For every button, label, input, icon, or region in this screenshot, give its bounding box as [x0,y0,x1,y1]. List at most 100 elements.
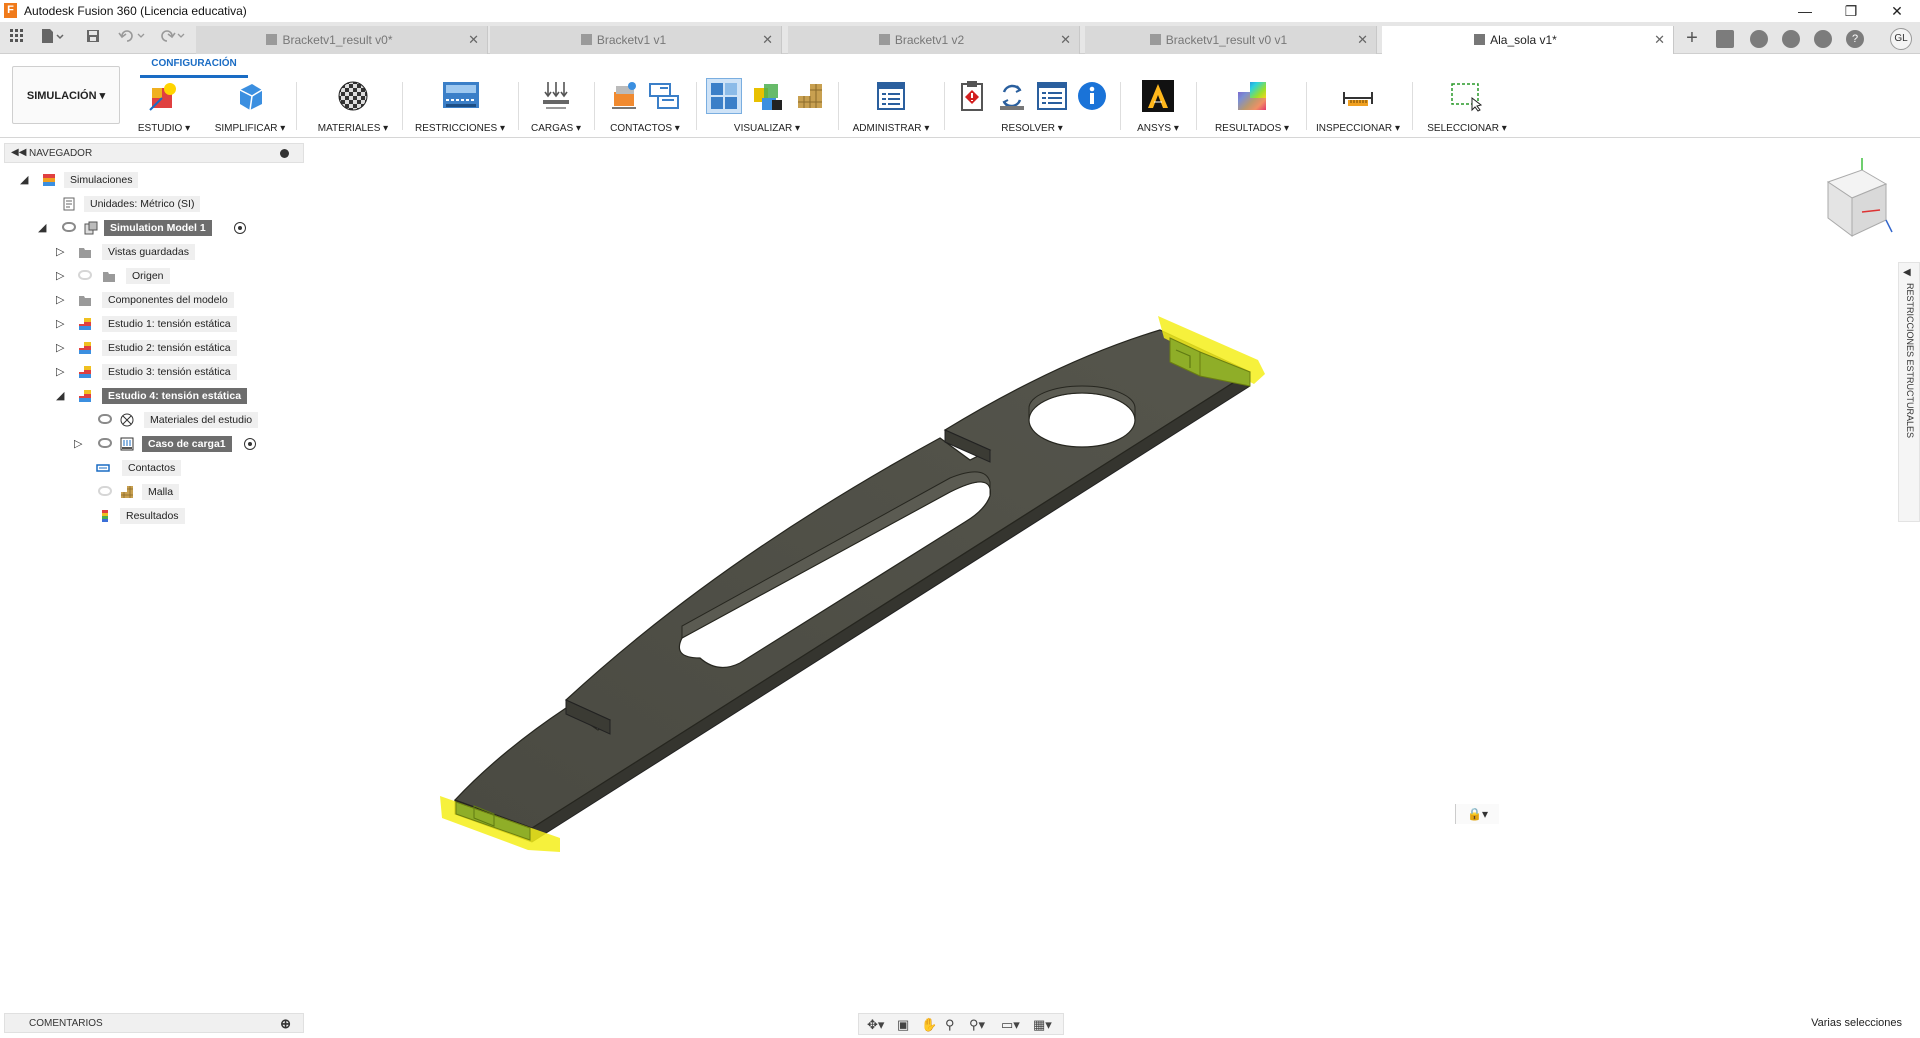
notifications-bell-icon[interactable] [1814,30,1832,48]
ribbon-separator [1306,82,1307,130]
close-tab-icon[interactable]: ✕ [762,32,773,48]
display-group[interactable]: VISUALIZAR ▾ [704,78,830,136]
title-bar: F Autodesk Fusion 360 (Licencia educativ… [0,0,1920,22]
z-axis-icon [1885,219,1893,233]
info-icon [1078,82,1106,110]
online-status-icon[interactable] [1782,30,1800,48]
close-tab-icon[interactable]: ✕ [1060,32,1071,48]
inspect-group[interactable]: INSPECCIONAR ▾ [1312,78,1404,136]
pre-check-icon [961,81,983,111]
ribbon-separator [696,82,697,130]
tab-configuracion[interactable]: CONFIGURACIÓN [140,58,248,78]
zoom-window-icon[interactable]: ⚲▾ [969,1017,985,1033]
document-tab-4[interactable]: Bracketv1_result v0 v1 ✕ [1085,26,1377,54]
job-status-list-icon [1037,82,1067,110]
pan-hand-icon[interactable]: ✋ [921,1017,937,1033]
file-menu-icon[interactable] [38,28,68,48]
ansys-group[interactable]: ANSYS ▾ [1128,78,1188,136]
mesh-display-icon [798,84,822,108]
loads-group[interactable]: CARGAS ▾ [526,78,586,136]
undo-icon[interactable] [116,28,150,48]
close-tab-icon[interactable]: ✕ [1357,32,1368,48]
ribbon-separator [1120,82,1121,130]
simplify-icon [239,84,263,111]
minimize-button[interactable]: — [1782,0,1828,22]
constraints-group[interactable]: RESTRICCIONES ▾ [410,78,510,136]
ribbon-separator [944,82,945,130]
ribbon-separator [296,82,297,130]
results-icon [1238,82,1266,110]
zoom-icon[interactable]: ⚲ [945,1017,955,1033]
user-avatar[interactable]: GL [1890,28,1912,50]
constraint-lock-dropdown[interactable]: 🔒▾ [1455,804,1499,824]
ribbon-separator [1196,82,1197,130]
study-icon [149,83,176,111]
toolbar-ribbon: SIMULACIÓN ▾ CONFIGURACIÓN ESTUDIO ▾ SIM… [0,54,1920,138]
selection-status: Varias selecciones [1811,1017,1902,1029]
redo-icon[interactable] [156,28,190,48]
ribbon-separator [1412,82,1413,130]
results-group[interactable]: RESULTADOS ▾ [1204,78,1300,136]
display-settings-icon[interactable]: ▭▾ [1001,1017,1020,1033]
tab-label: Bracketv1_result v0* [282,33,393,47]
orbit-icon[interactable]: ✥▾ [867,1017,884,1033]
tab-label: Bracketv1 v1 [596,33,667,47]
close-window-button[interactable]: ✕ [1874,0,1920,22]
grid-settings-icon[interactable]: ▦▾ [1033,1017,1052,1033]
solve-group[interactable]: RESOLVER ▾ [952,78,1112,136]
simplify-group[interactable]: SIMPLIFICAR ▾ [212,78,288,136]
tab-label: Ala_sola v1* [1490,33,1557,47]
look-at-icon[interactable]: ▣ [897,1017,909,1033]
window-title: Autodesk Fusion 360 (Licencia educativa) [24,4,247,18]
close-tab-icon[interactable]: ✕ [468,32,479,48]
add-comment-icon[interactable]: ⊕ [280,1016,291,1032]
materials-group[interactable]: MATERIALES ▾ [312,78,394,136]
document-tab-bar: Bracketv1_result v0* ✕ Bracketv1 v1 ✕ Br… [0,22,1920,55]
job-status-icon[interactable] [1716,30,1734,48]
app-grid-icon[interactable] [8,28,26,48]
manage-group[interactable]: ADMINISTRAR ▾ [846,78,936,136]
canvas-viewport[interactable] [0,138,1920,1018]
document-tab-active[interactable]: Ala_sola v1* ✕ [1382,26,1674,55]
loads-arrows-icon [543,82,569,109]
close-tab-icon[interactable]: ✕ [1654,32,1665,48]
selection-box-icon [1451,83,1482,112]
contacts-manager-icon [649,83,679,109]
model-display-toggle-icon[interactable] [706,78,742,114]
restore-button[interactable]: ❐ [1828,0,1874,22]
save-icon[interactable] [84,28,102,48]
constraints-icon [443,82,479,108]
component-cube-icon [878,34,890,45]
component-cube-icon [580,34,592,45]
comments-title: COMENTARIOS [29,1018,103,1029]
component-cube-icon [1474,34,1486,45]
help-icon[interactable]: ? [1846,30,1864,48]
ribbon-separator [594,82,595,130]
ansys-logo-icon [1142,80,1174,112]
tab-label: Bracketv1 v2 [894,33,965,47]
ribbon-separator [402,82,403,130]
extensions-icon[interactable] [1750,30,1768,48]
materials-sphere-icon [338,81,368,111]
measure-ruler-icon [1343,92,1373,106]
workspace-switcher[interactable]: SIMULACIÓN ▾ [12,66,120,124]
tab-label: Bracketv1_result v0 v1 [1165,33,1288,47]
select-group[interactable]: SELECCIONAR ▾ [1420,78,1514,136]
solve-icon [1000,84,1024,110]
ribbon-separator [518,82,519,130]
document-tab-2[interactable]: Bracketv1 v1 ✕ [490,26,782,54]
new-tab-button[interactable]: + [1680,28,1704,48]
bracket-part-model[interactable] [453,329,1252,843]
study-group[interactable]: ESTUDIO ▾ [136,78,192,136]
structural-constraints-panel[interactable]: ◀ RESTRICCIONES ESTRUCTURALES [1898,262,1920,522]
expand-panel-icon[interactable]: ◀ [1903,267,1911,278]
component-cube-icon [266,34,278,45]
comments-panel[interactable]: COMENTARIOS ⊕ [4,1013,304,1033]
navigation-toolbar: ✥▾ ▣ ✋ ⚲ ⚲▾ ▭▾ ▦▾ [858,1013,1064,1035]
document-tab-3[interactable]: Bracketv1 v2 ✕ [788,26,1080,54]
contacts-group[interactable]: CONTACTOS ▾ [602,78,688,136]
view-cube[interactable] [1818,152,1896,242]
manage-settings-icon [877,82,905,110]
fusion-logo-icon: F [4,3,17,18]
document-tab-1[interactable]: Bracketv1_result v0* ✕ [196,26,488,54]
